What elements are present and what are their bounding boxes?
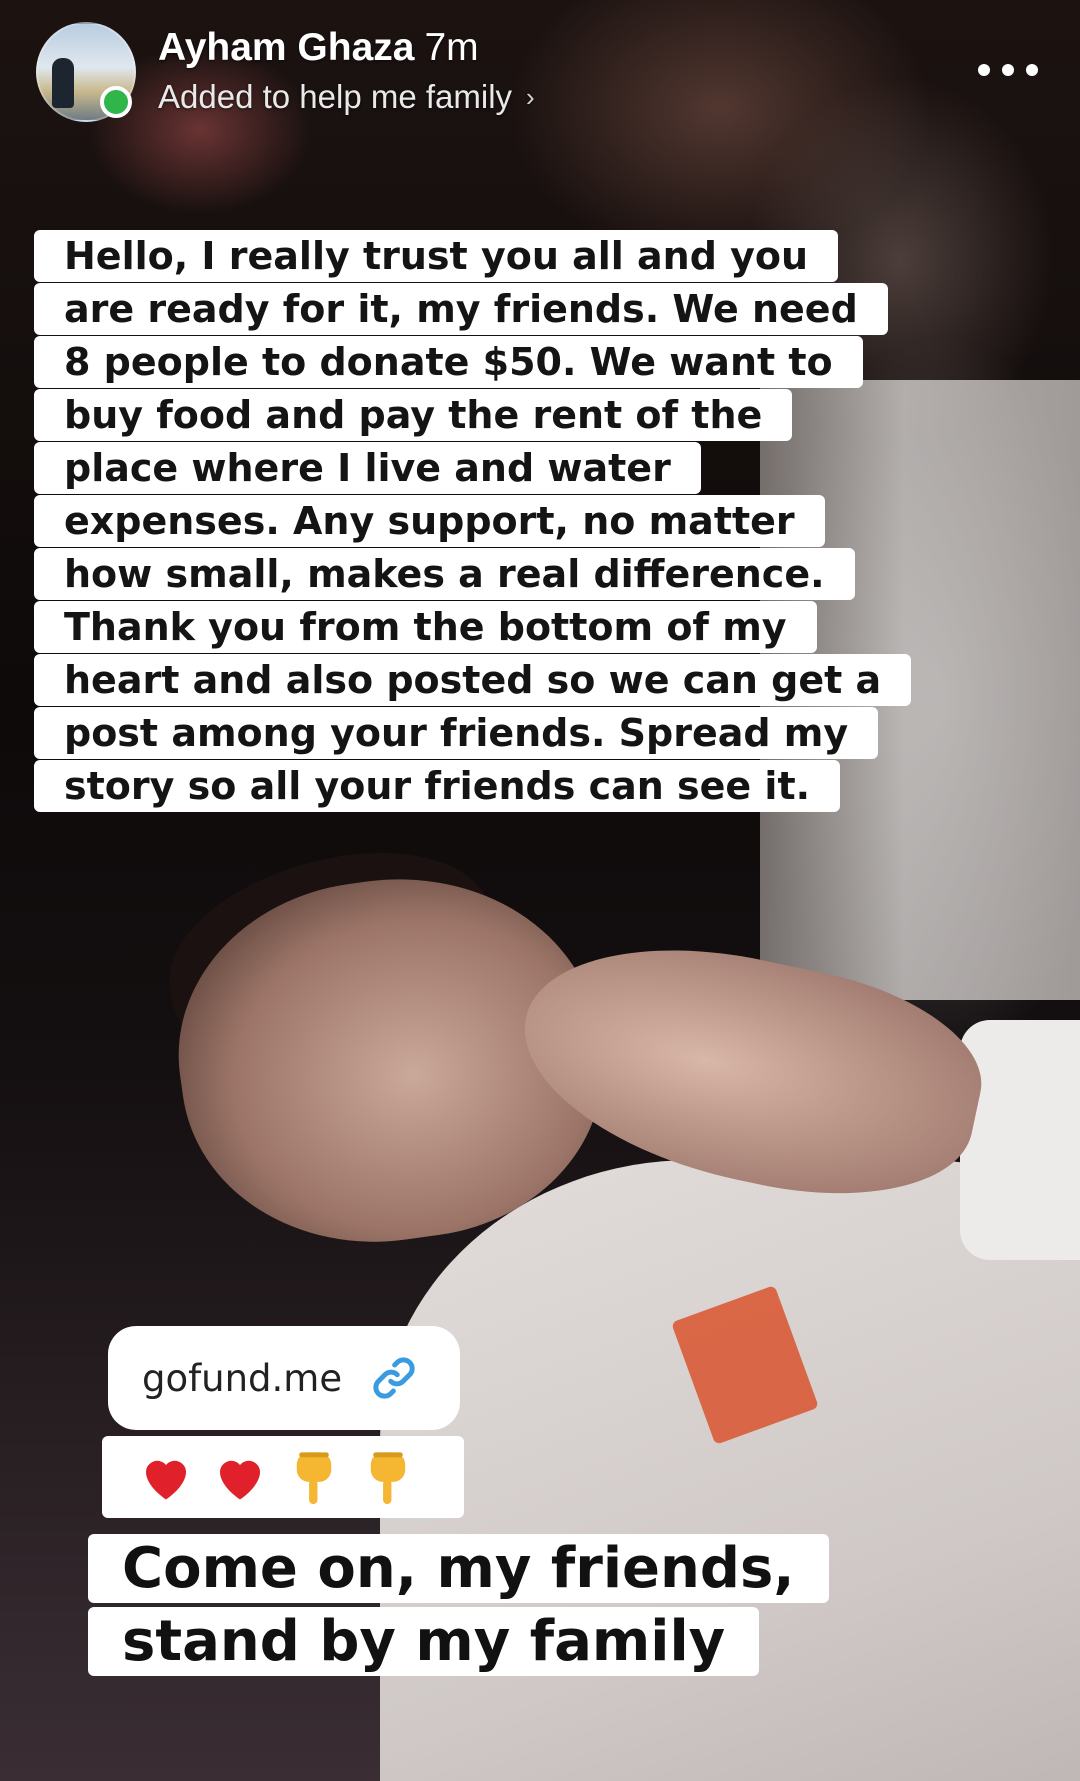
link-label: gofund.me (142, 1356, 343, 1400)
emoji-sticker (102, 1436, 464, 1518)
dot-icon (1002, 64, 1014, 76)
online-status-icon (100, 86, 132, 118)
story-main-text: Hello, I really trust you all and you ar… (34, 230, 912, 812)
author-line: Ayham Ghaza 7m (158, 26, 479, 70)
dot-icon (978, 64, 990, 76)
chevron-right-icon: › (526, 81, 535, 112)
story-text-sticker: Hello, I really trust you all and you ar… (34, 230, 912, 813)
caption-sticker: Come on, my friends, stand by my family (88, 1532, 988, 1678)
red-heart-icon (146, 1460, 186, 1500)
author-name[interactable]: Ayham Ghaza (158, 26, 414, 69)
caption-text: Come on, my friends, stand by my family (88, 1534, 829, 1676)
link-sticker[interactable]: gofund.me (108, 1326, 460, 1430)
link-icon (373, 1357, 415, 1399)
timestamp: 7m (424, 26, 479, 69)
story-subtitle-link[interactable]: Added to help me family › (158, 78, 535, 116)
dot-icon (1026, 64, 1038, 76)
pointing-down-icon (370, 1452, 406, 1505)
story-header: Ayham Ghaza 7m Added to help me family › (0, 0, 1080, 140)
more-options-button[interactable] (978, 56, 1038, 84)
pointing-down-icon (296, 1452, 332, 1505)
story-subtitle: Added to help me family (158, 78, 513, 115)
red-heart-icon (220, 1460, 260, 1500)
